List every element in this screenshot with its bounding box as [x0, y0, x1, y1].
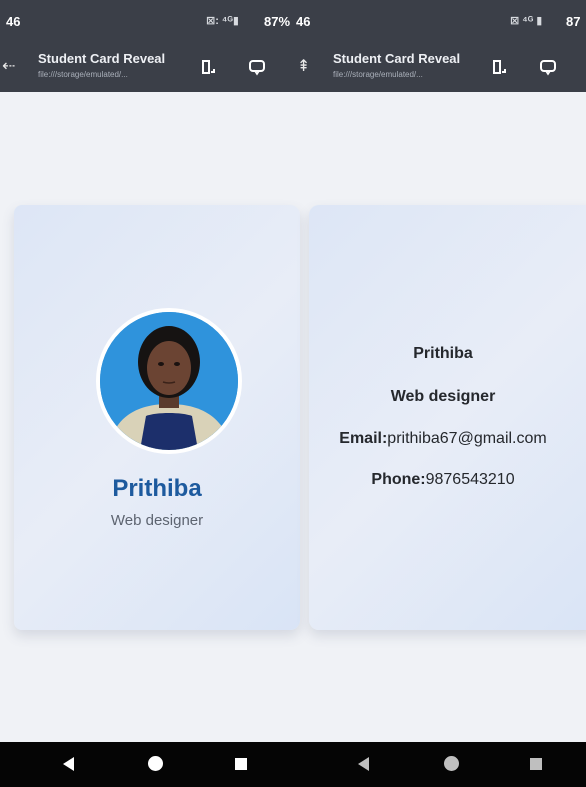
- bookmark-icon[interactable]: [491, 58, 509, 76]
- app-title-right: Student Card Reveal: [333, 51, 461, 66]
- email-value: prithiba67@gmail.com: [387, 430, 547, 447]
- app-url-right: file:///storage/emulated/...: [333, 70, 423, 79]
- status-icons-left: ⊠: ⁴ᴳ▮: [206, 15, 239, 27]
- comment-icon[interactable]: [248, 58, 266, 76]
- nav-back-icon[interactable]: [358, 757, 369, 771]
- student-card-front[interactable]: Prithiba Web designer: [14, 205, 300, 630]
- app-pane-right: ⇞ Student Card Reveal file:///storage/em…: [293, 44, 586, 92]
- app-pane-left: ⇠ Student Card Reveal file:///storage/em…: [0, 44, 293, 92]
- status-time-right: 46: [296, 14, 311, 29]
- back-role: Web designer: [309, 388, 577, 406]
- student-card-back[interactable]: Prithiba Web designer Email:prithiba67@g…: [309, 205, 586, 630]
- app-title-left: Student Card Reveal: [38, 51, 166, 66]
- back-phone: Phone:9876543210: [309, 471, 577, 489]
- student-photo: [100, 312, 238, 450]
- nav-bar: [0, 742, 586, 787]
- nav-recents-icon[interactable]: [530, 758, 542, 770]
- student-name: Prithiba: [112, 475, 202, 502]
- battery-percent-right: 87: [566, 14, 581, 29]
- comment-icon[interactable]: [539, 58, 557, 76]
- back-arrow-icon[interactable]: ⇞: [297, 56, 310, 76]
- avatar: [96, 308, 242, 454]
- back-email: Email:prithiba67@gmail.com: [309, 430, 577, 448]
- nav-recents-icon[interactable]: [235, 758, 247, 770]
- status-bar: 46 ⊠: ⁴ᴳ▮ 87% 46 ⊠ ⁴ᴳ ▮ 87: [0, 0, 586, 44]
- back-role-text: Web designer: [390, 388, 496, 405]
- nav-back-icon[interactable]: [63, 757, 74, 771]
- email-label: Email:: [339, 430, 388, 447]
- back-name: Prithiba: [309, 345, 577, 363]
- back-name-text: Prithiba: [413, 345, 473, 362]
- back-arrow-icon[interactable]: ⇠: [2, 56, 15, 76]
- app-url-left: file:///storage/emulated/...: [38, 70, 128, 79]
- bookmark-icon[interactable]: [200, 58, 218, 76]
- screen: 46 ⊠: ⁴ᴳ▮ 87% 46 ⊠ ⁴ᴳ ▮ 87 ⇠ Student Car…: [0, 0, 586, 787]
- battery-percent-left: 87%: [264, 14, 291, 29]
- status-icons-right: ⊠ ⁴ᴳ ▮: [510, 15, 543, 27]
- page-content: Prithiba Web designer Prithiba Web desig…: [0, 92, 586, 742]
- nav-home-icon[interactable]: [148, 756, 163, 771]
- nav-home-icon[interactable]: [444, 756, 459, 771]
- student-role: Web designer: [110, 512, 204, 529]
- phone-label: Phone:: [371, 471, 426, 488]
- app-bar: ⇠ Student Card Reveal file:///storage/em…: [0, 44, 586, 92]
- phone-value: 9876543210: [425, 471, 515, 488]
- status-time-left: 46: [6, 14, 21, 29]
